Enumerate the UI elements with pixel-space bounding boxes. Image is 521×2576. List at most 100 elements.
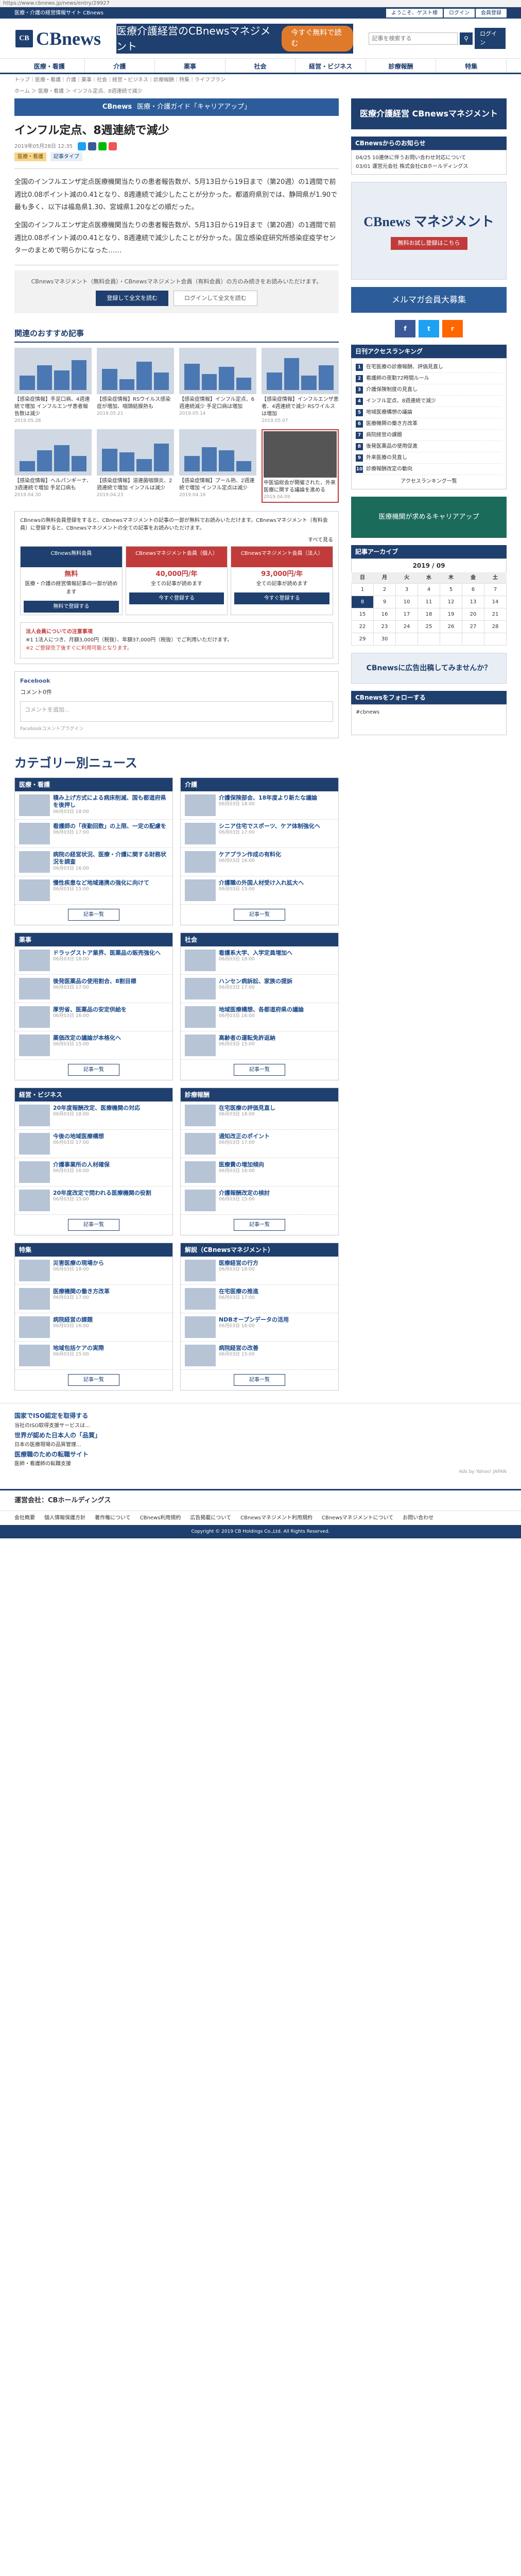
ad-item[interactable]: 国家でISO認定を取得する 当社のISO取得支援サービスは… bbox=[14, 1411, 507, 1430]
ranking-item[interactable]: 4 インフル定点、8週連続で減少 bbox=[356, 396, 502, 407]
category-item[interactable]: 積み上げ方式による病床削減、国も都道府県を後押し 06月03日 18:00 bbox=[15, 791, 172, 820]
category-item[interactable]: 今後の地域医療構想 06月03日 17:00 bbox=[15, 1130, 172, 1159]
mgmt-ad-button[interactable]: 無料お試し登録はこちら bbox=[390, 237, 467, 250]
category-box-title[interactable]: 介護 bbox=[181, 778, 338, 792]
category-box-title[interactable]: 診療報酬 bbox=[181, 1088, 338, 1102]
ranking-more-link[interactable]: アクセスランキング一覧 bbox=[356, 477, 502, 486]
sidebar-mgmt-banner[interactable]: 医療介護経営 CBnewsマネジメント bbox=[351, 98, 507, 129]
category-item[interactable]: 厚労省、医薬品の安定供給を 06月03日 16:00 bbox=[15, 1003, 172, 1032]
recommend-card[interactable]: 【感染症情報】溶連菌咽頭炎、2週連続で増加 インフルは減少 2019.04.23 bbox=[97, 429, 174, 503]
plan-button[interactable]: 今すぐ登録する bbox=[129, 592, 224, 604]
login-to-read-button[interactable]: ログインして全文を読む bbox=[173, 290, 257, 307]
category-item[interactable]: NDBオープンデータの活用 06月03日 16:00 bbox=[181, 1313, 338, 1342]
footer-link[interactable]: 個人情報保護方針 bbox=[44, 1514, 85, 1522]
category-more-button[interactable]: 記事一覧 bbox=[68, 909, 119, 921]
category-more-button[interactable]: 記事一覧 bbox=[68, 1064, 119, 1076]
plan-button[interactable]: 今すぐ登録する bbox=[234, 592, 330, 604]
top-link-register[interactable]: 会員登録 bbox=[476, 8, 507, 18]
recommend-card[interactable]: 【感染症情報】ヘルパンギーナ、3週連続で増加 手足口病も 2019.04.30 bbox=[14, 429, 92, 503]
category-item[interactable]: 高齢者の運転免許返納 06月03日 15:00 bbox=[181, 1031, 338, 1060]
category-item[interactable]: 薬価改定の議論が本格化へ 06月03日 15:00 bbox=[15, 1031, 172, 1060]
ranking-item[interactable]: 10 診療報酬改定の動向 bbox=[356, 464, 502, 475]
ranking-item[interactable]: 7 病院経営の課題 bbox=[356, 430, 502, 441]
recommend-card[interactable]: 【感染症情報】RSウイルス感染症が増加、咽頭結膜熱も 2019.05.21 bbox=[97, 347, 174, 425]
category-item[interactable]: 地域包括ケアの実際 06月03日 15:00 bbox=[15, 1342, 172, 1370]
ranking-item[interactable]: 5 地域医療構想の議論 bbox=[356, 407, 502, 418]
plan-button[interactable]: 無料で登録する bbox=[24, 600, 119, 613]
category-item[interactable]: ケアプラン作成の有料化 06月03日 16:00 bbox=[181, 848, 338, 877]
footer-link[interactable]: CBnewsマネジメント利用規約 bbox=[240, 1514, 312, 1522]
category-item[interactable]: ハンセン病訴訟、家族の提訴 06月03日 17:00 bbox=[181, 975, 338, 1004]
nav-item-medical[interactable]: 医療・看護 bbox=[14, 59, 85, 73]
category-item[interactable]: 介護職の外国人材受け入れ拡大へ 06月03日 15:00 bbox=[181, 876, 338, 905]
category-box-title[interactable]: 薬事 bbox=[15, 933, 172, 947]
footer-link[interactable]: お問い合わせ bbox=[403, 1514, 433, 1522]
ranking-item[interactable]: 1 在宅医療の診療報酬、評価見直し bbox=[356, 362, 502, 373]
category-item[interactable]: シニア住宅でスポーツ、ケア体制強化へ 06月03日 17:00 bbox=[181, 820, 338, 849]
search-icon[interactable]: ⚲ bbox=[459, 32, 473, 45]
category-more-button[interactable]: 記事一覧 bbox=[234, 909, 285, 921]
category-item[interactable]: 在宅医療の推進 06月03日 17:00 bbox=[181, 1285, 338, 1314]
category-item[interactable]: 20年度報酬改定、医療機関の対応 06月03日 18:00 bbox=[15, 1101, 172, 1130]
article-tag[interactable]: 記事タイプ bbox=[50, 152, 82, 161]
category-item[interactable]: 20年度改定で問われる医療機関の役割 06月03日 15:00 bbox=[15, 1187, 172, 1215]
ranking-item[interactable]: 9 外来医療の見直し bbox=[356, 452, 502, 464]
category-box-title[interactable]: 社会 bbox=[181, 933, 338, 947]
ranking-item[interactable]: 3 介護保険制度の見直し bbox=[356, 384, 502, 396]
category-item[interactable]: 病院の経営状況、医療・介護に関する財務状況を調査 06月03日 16:00 bbox=[15, 848, 172, 877]
ranking-item[interactable]: 2 看護師の夜勤72時間ルール bbox=[356, 373, 502, 384]
twitter-icon[interactable] bbox=[77, 142, 86, 150]
category-item[interactable]: 後発医薬品の使用割合、8割目標 06月03日 17:00 bbox=[15, 975, 172, 1004]
facebook-label[interactable]: Facebook bbox=[20, 677, 333, 686]
comment-input[interactable]: コメントを追加... bbox=[20, 701, 333, 722]
category-item[interactable]: 在宅医療の評価見直し 06月03日 18:00 bbox=[181, 1101, 338, 1130]
calendar-month[interactable]: 2019 / 09 bbox=[351, 558, 507, 572]
category-box-title[interactable]: 特集 bbox=[15, 1243, 172, 1257]
recommend-card[interactable]: 【感染症情報】手足口病、4週連続で増加 インフルエンザ患者報告数は減少 2019… bbox=[14, 347, 92, 425]
facebook-icon[interactable] bbox=[88, 142, 96, 150]
twitter-handle[interactable]: #cbnews bbox=[351, 704, 507, 735]
nav-item-feature[interactable]: 特集 bbox=[436, 59, 507, 73]
category-more-button[interactable]: 記事一覧 bbox=[234, 1064, 285, 1076]
login-button[interactable]: ログイン bbox=[475, 28, 506, 49]
footer-link[interactable]: 著作権について bbox=[95, 1514, 131, 1522]
category-more-button[interactable]: 記事一覧 bbox=[234, 1219, 285, 1231]
promo-banner[interactable]: CBnews 医療・介護ガイド「キャリアアップ」 bbox=[14, 98, 339, 116]
category-item[interactable]: 介護報酬改定の検討 06月03日 15:00 bbox=[181, 1187, 338, 1215]
plans-more-link[interactable]: すべて見る bbox=[20, 536, 333, 544]
twitter-icon[interactable]: t bbox=[419, 320, 439, 337]
nav-item-fees[interactable]: 診療報酬 bbox=[366, 59, 437, 73]
category-box-title[interactable]: 経営・ビジネス bbox=[15, 1088, 172, 1102]
category-item[interactable]: 病院経営の課題 06月03日 16:00 bbox=[15, 1313, 172, 1342]
category-item[interactable]: 病院経営の改善 06月03日 15:00 bbox=[181, 1342, 338, 1370]
nav-item-care[interactable]: 介護 bbox=[85, 59, 155, 73]
bookmark-icon[interactable] bbox=[108, 142, 117, 150]
footer-link[interactable]: 広告掲載について bbox=[190, 1514, 231, 1522]
category-item[interactable]: 慢性疾患など地域連携の強化に向けて 06月03日 15:00 bbox=[15, 876, 172, 905]
facebook-icon[interactable]: f bbox=[395, 320, 415, 337]
url-bar[interactable]: https://www.cbnews.jp/news/entry/29927 bbox=[0, 0, 521, 7]
line-icon[interactable] bbox=[98, 142, 107, 150]
category-more-button[interactable]: 記事一覧 bbox=[234, 1374, 285, 1386]
sidebar-mgmt-ad[interactable]: CBnews マネジメント 無料お試し登録はこちら bbox=[351, 182, 507, 280]
sidebar-ad-banner[interactable]: CBnewsに広告出稿してみませんか？ bbox=[351, 653, 507, 684]
breadcrumb[interactable]: ホーム ＞ 医療・看護 ＞ インフル定点、8週連続で減少 bbox=[0, 84, 521, 98]
recommend-card[interactable]: 【感染症情報】プール熱、2週連続で増加 インフル定点は減少 2019.04.16 bbox=[179, 429, 256, 503]
footer-link[interactable]: CBnews利用規約 bbox=[140, 1514, 181, 1522]
category-box-title[interactable]: 医療・看護 bbox=[15, 778, 172, 792]
sub-nav[interactable]: トップ｜医療・看護｜介護｜薬事｜社会｜経営・ビジネス｜診療報酬｜特集｜ライフプラ… bbox=[0, 76, 521, 84]
footer-link[interactable]: CBnewsマネジメントについて bbox=[322, 1514, 393, 1522]
category-item[interactable]: 看護系大学、入学定員増加へ 06月03日 18:00 bbox=[181, 946, 338, 975]
category-box-title[interactable]: 解説（CBnewsマネジメント） bbox=[181, 1243, 338, 1257]
ad-item[interactable]: 医療職のための転職サイト 医師・看護師の転職支援 bbox=[14, 1449, 507, 1468]
search-input[interactable] bbox=[368, 32, 458, 45]
top-link-login[interactable]: ログイン bbox=[444, 8, 475, 18]
article-tag[interactable]: 医療・看護 bbox=[14, 152, 46, 161]
recommend-card[interactable]: 【感染症情報】インフル定点、6週連続減少 手足口病は増加 2019.05.14 bbox=[179, 347, 256, 425]
ranking-item[interactable]: 8 後発医薬品の使用促進 bbox=[356, 441, 502, 452]
footer-link[interactable]: 会社概要 bbox=[14, 1514, 35, 1522]
category-more-button[interactable]: 記事一覧 bbox=[68, 1219, 119, 1231]
notice-item[interactable]: 03/01 運営元会社 株式会社CBホールディングス bbox=[356, 162, 502, 171]
category-item[interactable]: 地域医療構想、各都道府県の議論 06月03日 16:00 bbox=[181, 1003, 338, 1032]
category-item[interactable]: ドラッグストア業界、医薬品の販売強化へ 06月03日 18:00 bbox=[15, 946, 172, 975]
